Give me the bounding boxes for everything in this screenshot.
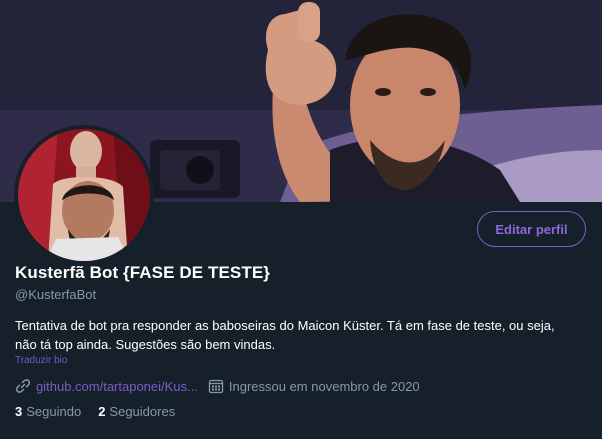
following-stat[interactable]: 3 Seguindo <box>15 404 81 419</box>
joined-date: Ingressou em novembro de 2020 <box>228 378 420 394</box>
followers-label: Seguidores <box>109 404 176 419</box>
profile-website: github.com/tartaponei/Kus... <box>15 378 198 394</box>
profile-avatar[interactable] <box>14 125 154 265</box>
calendar-icon <box>208 378 224 394</box>
profile-photo-illustration <box>18 129 150 261</box>
link-icon <box>15 378 31 394</box>
followers-count: 2 <box>98 404 106 419</box>
website-link[interactable]: github.com/tartaponei/Kus... <box>36 379 198 394</box>
profile-display-name: Kusterfã Bot {FASE DE TESTE} <box>15 263 271 282</box>
profile-joined: Ingressou em novembro de 2020 <box>208 378 420 394</box>
bio-line-2: não tá top ainda. Sugestões são bem vind… <box>15 337 276 352</box>
profile-stats: 3 Seguindo 2 Seguidores <box>15 404 192 419</box>
profile-handle: @KusterfaBot <box>15 287 97 302</box>
edit-profile-button[interactable]: Editar perfil <box>477 211 586 247</box>
profile-bio: Tentativa de bot pra responder as babose… <box>15 316 590 354</box>
following-count: 3 <box>15 404 23 419</box>
followers-stat[interactable]: 2 Seguidores <box>98 404 175 419</box>
profile-meta: github.com/tartaponei/Kus... Ingressou e… <box>15 376 430 396</box>
following-label: Seguindo <box>26 404 82 419</box>
translate-bio-link[interactable]: Traduzir bio <box>15 355 67 366</box>
profile-page: Editar perfil Kusterfã Bot {FASE DE TEST… <box>0 0 602 439</box>
bio-line-1: Tentativa de bot pra responder as babose… <box>15 318 555 333</box>
